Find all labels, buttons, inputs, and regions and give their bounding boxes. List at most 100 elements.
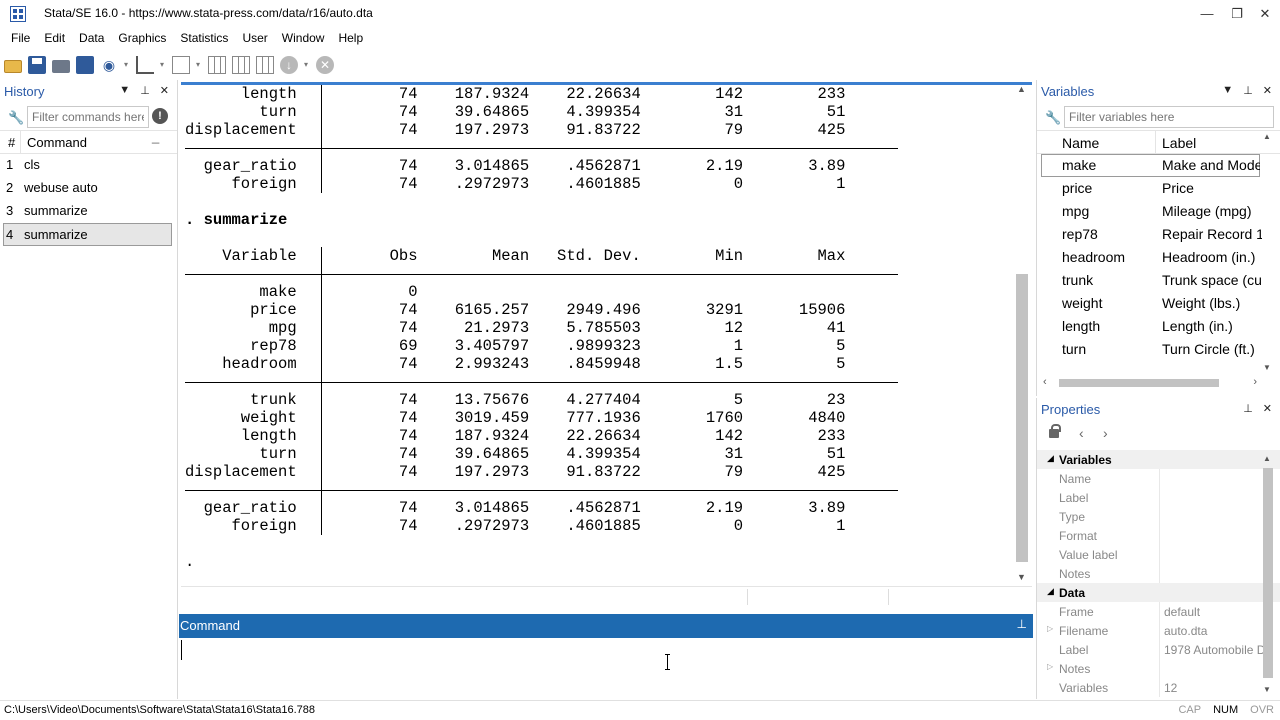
data-editor-icon[interactable] xyxy=(208,56,226,74)
property-row[interactable]: Format xyxy=(1037,526,1280,545)
data-browser-icon[interactable] xyxy=(232,56,250,74)
properties-pin-icon[interactable]: ⊥ xyxy=(1243,402,1253,415)
history-pin-icon[interactable]: ⊥ xyxy=(140,84,150,97)
expand-icon[interactable]: ▷ xyxy=(1047,624,1053,633)
history-filter-icon[interactable]: ▼ xyxy=(119,84,130,97)
variables-col-label[interactable]: Label xyxy=(1162,135,1196,151)
menu-data[interactable]: Data xyxy=(72,28,111,50)
variables-col-name[interactable]: Name xyxy=(1062,135,1099,151)
do-file-dropdown-icon[interactable]: ▾ xyxy=(196,56,204,74)
menu-graphics[interactable]: Graphics xyxy=(111,28,173,50)
forward-arrow-icon[interactable]: › xyxy=(1103,425,1108,441)
menu-edit[interactable]: Edit xyxy=(37,28,72,50)
scroll-down-icon[interactable]: ▼ xyxy=(1263,685,1271,694)
history-col-command[interactable]: Command xyxy=(27,135,87,150)
expand-icon[interactable]: ▷ xyxy=(1047,662,1053,671)
wrench-icon[interactable]: 🔧 xyxy=(1045,110,1061,126)
scroll-up-icon[interactable]: ▲ xyxy=(1017,84,1026,94)
properties-group-data[interactable]: ◢ Data xyxy=(1037,583,1280,602)
open-folder-icon[interactable] xyxy=(4,60,22,73)
variable-row[interactable]: weight Weight (lbs.) xyxy=(1037,292,1280,315)
graph-dropdown-icon[interactable]: ▾ xyxy=(160,56,168,74)
results-row: mpg 74 21.2973 5.785503 12 41 xyxy=(185,319,846,337)
property-row[interactable]: Name xyxy=(1037,469,1280,488)
history-col-extra[interactable]: _ xyxy=(152,129,159,144)
properties-group-variables[interactable]: ◢ Variables xyxy=(1037,450,1280,469)
scroll-right-icon[interactable]: › xyxy=(1253,376,1257,388)
history-row[interactable]: 3 summarize xyxy=(0,200,177,223)
break-icon[interactable]: ✕ xyxy=(316,56,334,74)
variable-row[interactable]: headroom Headroom (in.) xyxy=(1037,246,1280,269)
close-window-button[interactable]: ✕ xyxy=(1250,4,1280,24)
property-row[interactable]: Label xyxy=(1037,488,1280,507)
save-icon[interactable] xyxy=(28,56,46,74)
history-filter-input[interactable] xyxy=(27,106,149,128)
scroll-thumb[interactable] xyxy=(1016,274,1028,562)
variables-horizontal-scrollbar[interactable]: ‹ › xyxy=(1041,376,1259,390)
command-input[interactable] xyxy=(179,638,1033,698)
back-arrow-icon[interactable]: ‹ xyxy=(1079,425,1084,441)
do-file-editor-icon[interactable] xyxy=(172,56,190,74)
history-row[interactable]: 1 cls xyxy=(0,154,177,177)
variables-vertical-scrollbar[interactable]: ▲ ▼ xyxy=(1259,130,1277,372)
minimize-button[interactable]: — xyxy=(1192,4,1222,24)
variable-row[interactable]: price Price xyxy=(1037,177,1280,200)
property-row[interactable]: Frame default xyxy=(1037,602,1280,621)
scroll-up-icon[interactable]: ▲ xyxy=(1263,132,1271,141)
log-icon[interactable] xyxy=(76,56,94,74)
variable-row-selected[interactable]: make Make and Model xyxy=(1041,154,1260,177)
more-icon[interactable]: ↓ xyxy=(280,56,298,74)
scroll-down-icon[interactable]: ▼ xyxy=(1017,572,1026,582)
menu-file[interactable]: File xyxy=(4,28,37,50)
history-col-num[interactable]: # xyxy=(8,135,15,150)
property-key: Notes xyxy=(1059,662,1091,676)
property-row[interactable]: Type xyxy=(1037,507,1280,526)
variables-manager-icon[interactable] xyxy=(256,56,274,74)
info-icon[interactable]: ! xyxy=(152,108,168,124)
property-row[interactable]: Label 1978 Automobile Data xyxy=(1037,640,1280,659)
variable-row[interactable]: trunk Trunk space (cu. ft.) xyxy=(1037,269,1280,292)
viewer-icon[interactable]: ◉ xyxy=(100,56,118,74)
menu-statistics[interactable]: Statistics xyxy=(173,28,235,50)
properties-vertical-scrollbar[interactable]: ▲ ▼ xyxy=(1259,454,1277,694)
variables-close-icon[interactable]: ✕ xyxy=(1263,84,1272,97)
property-row[interactable]: ▷ Filename auto.dta xyxy=(1037,621,1280,640)
history-row[interactable]: 2 webuse auto xyxy=(0,177,177,200)
menu-window[interactable]: Window xyxy=(275,28,332,50)
property-row[interactable]: Variables 12 xyxy=(1037,678,1280,697)
property-row[interactable]: Value label xyxy=(1037,545,1280,564)
results-vertical-scrollbar[interactable]: ▲ ▼ xyxy=(1013,84,1031,582)
variable-row[interactable]: rep78 Repair Record 1978 xyxy=(1037,223,1280,246)
variables-filter-icon[interactable]: ▼ xyxy=(1222,84,1233,97)
lock-icon[interactable] xyxy=(1049,424,1061,438)
variable-row[interactable]: displacement Displacement (cu. in.) xyxy=(1037,361,1280,366)
variables-pin-icon[interactable]: ⊥ xyxy=(1243,84,1253,97)
properties-close-icon[interactable]: ✕ xyxy=(1263,402,1272,415)
property-row[interactable]: Notes xyxy=(1037,564,1280,583)
scroll-down-icon[interactable]: ▼ xyxy=(1263,363,1271,372)
variable-row[interactable]: length Length (in.) xyxy=(1037,315,1280,338)
variables-panel: Variables ▼ ⊥ ✕ 🔧 Name Label make Make an… xyxy=(1036,80,1280,396)
variables-filter-input[interactable] xyxy=(1064,106,1274,128)
print-icon[interactable] xyxy=(52,60,70,73)
scroll-thumb[interactable] xyxy=(1059,379,1219,387)
menu-help[interactable]: Help xyxy=(331,28,370,50)
scroll-up-icon[interactable]: ▲ xyxy=(1263,454,1271,463)
scroll-thumb[interactable] xyxy=(1263,468,1273,678)
graph-icon[interactable] xyxy=(136,56,154,74)
variable-row[interactable]: turn Turn Circle (ft.) xyxy=(1037,338,1280,361)
window-title: Stata/SE 16.0 - https://www.stata-press.… xyxy=(44,6,373,20)
results-window[interactable]: length 74 187.9324 22.26634 142 233 turn… xyxy=(181,82,1032,585)
variable-row[interactable]: mpg Mileage (mpg) xyxy=(1037,200,1280,223)
restore-button[interactable]: ❐ xyxy=(1222,4,1252,24)
history-row-selected[interactable]: 4 summarize xyxy=(3,223,172,246)
history-close-icon[interactable]: ✕ xyxy=(160,84,169,97)
more-dropdown-icon[interactable]: ▾ xyxy=(304,56,312,74)
menu-user[interactable]: User xyxy=(235,28,274,50)
wrench-icon[interactable]: 🔧 xyxy=(8,110,24,126)
command-pin-icon[interactable]: ⊥ xyxy=(1017,617,1027,631)
stata-app-icon xyxy=(10,6,26,22)
scroll-left-icon[interactable]: ‹ xyxy=(1043,376,1047,388)
viewer-dropdown-icon[interactable]: ▾ xyxy=(124,56,132,74)
property-row[interactable]: ▷ Notes xyxy=(1037,659,1280,678)
